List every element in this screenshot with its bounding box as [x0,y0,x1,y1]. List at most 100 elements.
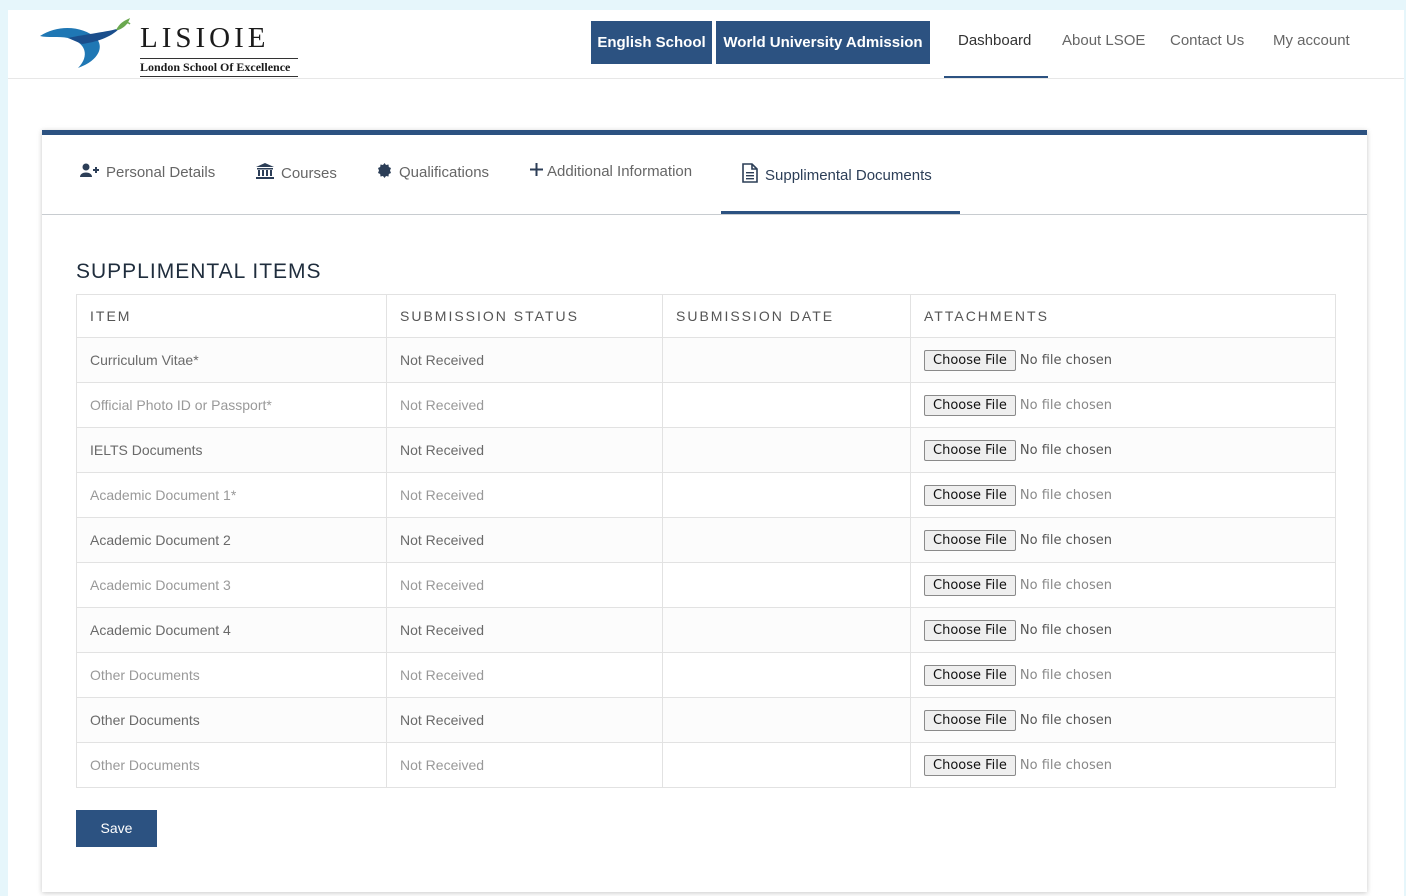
choose-file-button[interactable]: Choose File [924,349,1016,371]
column-header-item: ITEM [76,294,387,338]
world-university-admission-button[interactable]: World University Admission [716,21,930,64]
attachments-cell: Choose File No file chosen [910,472,1336,518]
application-tabs: Personal Details Courses Qualifications … [42,135,1367,215]
submission-status: Not Received [386,742,663,788]
plus-icon [530,163,543,180]
table-row: Academic Document 4 Not Received Choose Fi… [76,607,1336,653]
column-header-attachments: ATTACHMENTS [910,294,1336,338]
file-status: No file chosen [1019,532,1112,548]
item-name: Other Documents [76,742,387,788]
user-plus-icon [80,163,99,182]
file-status: No file chosen [1019,397,1112,413]
nav-about[interactable]: About LSOE [1062,32,1145,49]
submission-status: Not Received [386,652,663,698]
submission-date [662,382,911,428]
supplimental-items-table: ITEM SUBMISSION STATUS SUBMISSION DATE A… [76,294,1336,788]
tab-qualifications-label: Qualifications [399,164,490,181]
institution-icon [256,163,274,183]
nav-contact[interactable]: Contact Us [1170,32,1244,49]
table-row: Official Photo ID or Passport* Not Receiv… [76,382,1336,428]
tab-supplimental-documents-label: Supplimental Documents [765,166,932,184]
submission-status: Not Received [386,607,663,653]
submission-date [662,517,911,563]
item-name: Other Documents [76,697,387,743]
tab-courses[interactable]: Courses [256,163,337,183]
item-name: Other Documents [76,652,387,698]
choose-file-button[interactable]: Choose File [924,664,1016,686]
file-status: No file chosen [1019,712,1112,728]
choose-file-button[interactable]: Choose File [924,709,1016,731]
item-name: Academic Document 2 [76,517,387,563]
item-name: Curriculum Vitae* [76,337,387,383]
choose-file-button[interactable]: Choose File [924,394,1016,416]
choose-file-button[interactable]: Choose File [924,439,1016,461]
submission-date [662,742,911,788]
tab-personal-details[interactable]: Personal Details [80,163,215,182]
item-name: Academic Document 1* [76,472,387,518]
top-header: LISIOIE London School Of Excellence Engl… [8,10,1404,79]
item-name: Official Photo ID or Passport* [76,382,387,428]
table-row: Other Documents Not Received Choose File No… [76,742,1336,788]
submission-date [662,562,911,608]
tab-qualifications[interactable]: Qualifications [377,163,489,182]
table-row: Academic Document 3 Not Received Choose Fi… [76,562,1336,608]
choose-file-button[interactable]: Choose File [924,574,1016,596]
table-row: Other Documents Not Received Choose File No… [76,652,1336,698]
file-status: No file chosen [1019,442,1112,458]
tab-additional-information-label: Additional Information [547,163,693,180]
nav-my-account[interactable]: My account [1273,32,1350,49]
app-frame: LISIOIE London School Of Excellence Engl… [8,10,1404,896]
file-status: No file chosen [1019,487,1112,503]
item-name: Academic Document 3 [76,562,387,608]
attachments-cell: Choose File No file chosen [910,742,1336,788]
submission-date [662,427,911,473]
submission-status: Not Received [386,382,663,428]
table-row: IELTS Documents Not Received Choose File No… [76,427,1336,473]
attachments-cell: Choose File No file chosen [910,517,1336,563]
tab-courses-label: Courses [281,164,337,182]
english-school-button[interactable]: English School [591,21,712,64]
attachments-cell: Choose File No file chosen [910,652,1336,698]
attachments-cell: Choose File No file chosen [910,337,1336,383]
submission-status: Not Received [386,517,663,563]
submission-date [662,337,911,383]
brand-logo[interactable]: LISIOIE London School Of Excellence [38,16,308,77]
file-status: No file chosen [1019,667,1112,683]
save-button[interactable]: Save [76,810,157,847]
item-name: IELTS Documents [76,427,387,473]
brand-name: LISIOIE [140,22,270,54]
table-row: Academic Document 2 Not Received Choose Fi… [76,517,1336,563]
choose-file-button[interactable]: Choose File [924,484,1016,506]
submission-date [662,472,911,518]
submission-status: Not Received [386,562,663,608]
file-status: No file chosen [1019,757,1112,773]
table-header-row: ITEM SUBMISSION STATUS SUBMISSION DATE A… [76,294,1336,338]
nav-active-indicator [944,76,1048,78]
attachments-cell: Choose File No file chosen [910,562,1336,608]
attachments-cell: Choose File No file chosen [910,607,1336,653]
choose-file-button[interactable]: Choose File [924,529,1016,551]
document-icon [742,163,758,187]
certificate-icon [377,163,392,182]
column-header-status: SUBMISSION STATUS [386,294,663,338]
attachments-cell: Choose File No file chosen [910,697,1336,743]
item-name: Academic Document 4 [76,607,387,653]
file-status: No file chosen [1019,352,1112,368]
submission-status: Not Received [386,472,663,518]
bird-logo-icon [40,18,131,68]
table-row: Curriculum Vitae* Not Received Choose File… [76,337,1336,383]
submission-status: Not Received [386,697,663,743]
submission-date [662,607,911,653]
active-tab-indicator [721,211,960,214]
choose-file-button[interactable]: Choose File [924,619,1016,641]
tab-personal-details-label: Personal Details [106,164,216,181]
application-card: Personal Details Courses Qualifications … [42,130,1367,892]
attachments-cell: Choose File No file chosen [910,427,1336,473]
submission-status: Not Received [386,337,663,383]
tab-additional-information[interactable]: Additional Information [530,163,692,180]
nav-dashboard[interactable]: Dashboard [958,32,1031,49]
section-title: SUPPLIMENTAL ITEMS [76,260,322,283]
tab-supplimental-documents[interactable]: Supplimental Documents [742,163,932,187]
submission-status: Not Received [386,427,663,473]
choose-file-button[interactable]: Choose File [924,754,1016,776]
